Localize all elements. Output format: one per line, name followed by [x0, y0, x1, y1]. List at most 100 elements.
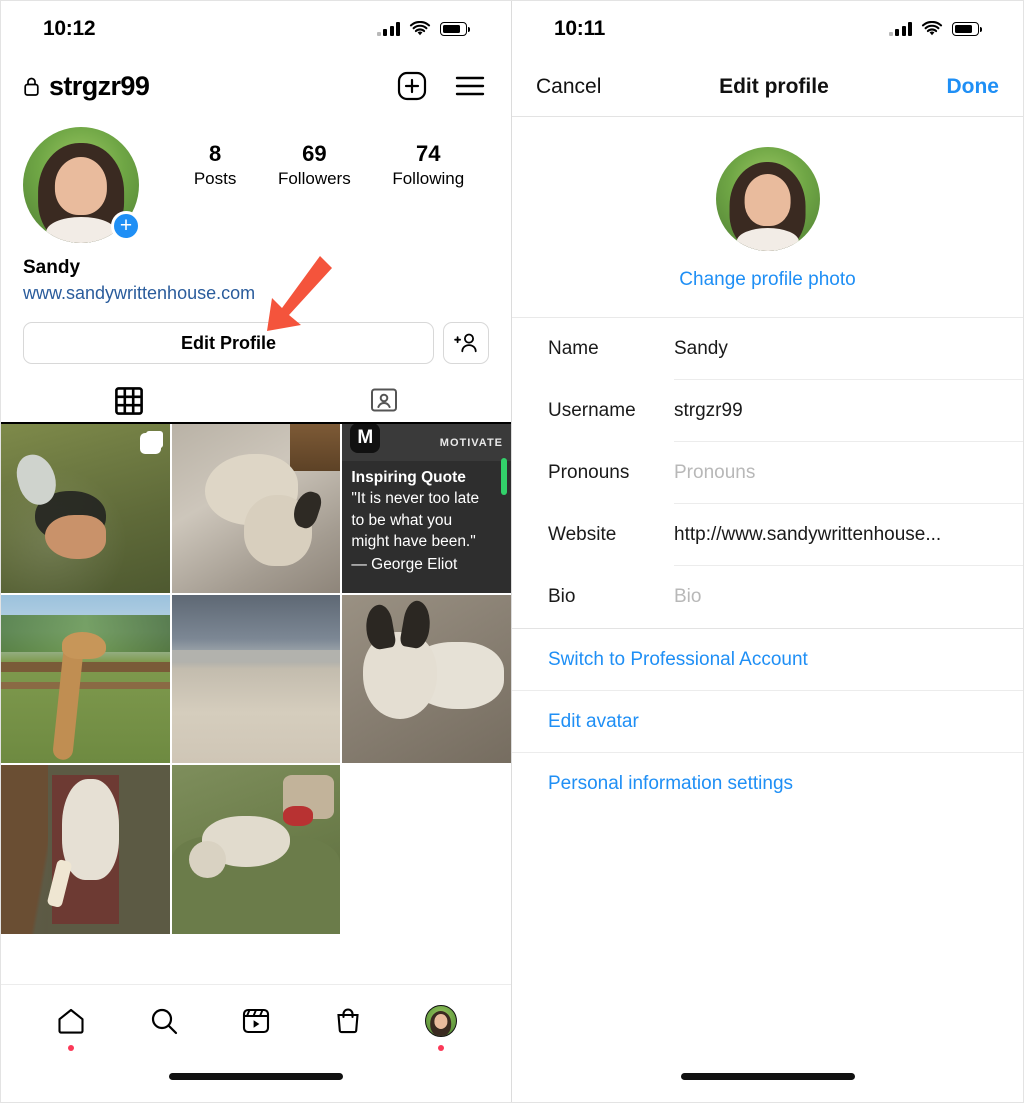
edit-profile-screen: 10:11 Cancel Edit profile Done Change pr…	[512, 1, 1023, 1102]
profile-summary: + 8 Posts 69 Followers 74 Following	[1, 115, 511, 243]
profile-avatar-icon	[424, 1005, 457, 1037]
nav-shop[interactable]	[326, 999, 370, 1043]
edit-profile-header: Cancel Edit profile Done	[512, 57, 1023, 117]
stat-followers-count: 69	[302, 141, 327, 166]
field-row-username[interactable]: Username strgzr99	[548, 380, 1023, 442]
reels-icon	[242, 1008, 270, 1034]
home-indicator	[169, 1073, 343, 1080]
add-person-icon	[454, 333, 477, 353]
link-edit-avatar[interactable]: Edit avatar	[512, 691, 1023, 753]
field-label-website: Website	[548, 524, 617, 545]
status-time-right: 10:11	[554, 17, 606, 40]
home-indicator-right	[680, 1073, 855, 1080]
status-icons-right	[888, 21, 983, 37]
profile-bio: Sandy www.sandywrittenhouse.com	[1, 243, 511, 304]
stat-posts-count: 8	[208, 141, 222, 166]
status-time: 10:12	[43, 17, 96, 40]
tagged-person-icon	[370, 388, 397, 412]
quote-line-1: "It is never too late	[351, 490, 480, 508]
profile-header: strgzr99	[1, 57, 511, 115]
field-row-bio[interactable]: Bio Bio	[548, 566, 1023, 628]
motivate-app-logo: M	[350, 424, 381, 453]
home-icon	[58, 1008, 84, 1034]
tab-grid[interactable]	[1, 380, 256, 422]
stat-followers-label: Followers	[277, 169, 351, 188]
cellular-signal-icon	[888, 22, 912, 36]
field-label-bio: Bio	[548, 586, 576, 607]
motivate-app-label: MOTIVATE	[439, 436, 503, 449]
stat-followers[interactable]: 69 Followers	[278, 141, 351, 189]
link-switch-to-professional-account[interactable]: Switch to Professional Account	[512, 629, 1023, 691]
settings-links: Switch to Professional Account Edit avat…	[512, 628, 1023, 815]
change-profile-photo-button[interactable]: Change profile photo	[512, 269, 1023, 291]
grid-cell-post-dogs-grass[interactable]	[1, 424, 170, 593]
field-value-bio[interactable]: Bio	[674, 566, 1023, 628]
field-row-name[interactable]: Name Sandy	[548, 318, 1023, 380]
avatar[interactable]	[715, 147, 820, 251]
profile-photo-block: Change profile photo	[512, 117, 1023, 318]
add-to-story-badge[interactable]: +	[111, 211, 141, 241]
battery-icon	[440, 22, 471, 36]
profile-tabs	[1, 380, 511, 424]
field-value-pronouns[interactable]: Pronouns	[674, 442, 1023, 504]
hamburger-menu-icon[interactable]	[455, 75, 485, 97]
battery-icon	[952, 22, 983, 36]
screenshot-root: 10:12 strgzr99 + 8 Posts 69 Followers 74…	[0, 0, 1024, 1103]
grid-cell-post-dog-on-couch[interactable]	[1, 765, 170, 935]
username-group[interactable]: strgzr99	[23, 70, 150, 102]
grid-cell-post-beach[interactable]	[171, 594, 341, 764]
avatar-with-badge[interactable]: +	[23, 127, 141, 243]
field-label-pronouns: Pronouns	[548, 462, 630, 483]
profile-username: strgzr99	[49, 70, 150, 101]
grid-cell-post-inspiring-quote[interactable]: M MOTIVATE Inspiring Quote "It is never …	[342, 424, 511, 593]
nav-reels[interactable]	[234, 999, 278, 1043]
field-row-pronouns[interactable]: Pronouns Pronouns	[548, 442, 1023, 504]
grid-cell-post-dog-on-bed[interactable]	[171, 424, 341, 593]
stat-following-label: Following	[392, 169, 465, 188]
bottom-navigation	[1, 984, 511, 1102]
quote-heading: Inspiring Quote	[351, 468, 466, 486]
plus-square-icon[interactable]	[397, 71, 427, 101]
stat-posts-label: Posts	[193, 169, 237, 188]
done-button[interactable]: Done	[946, 75, 999, 99]
field-label-username: Username	[548, 400, 636, 421]
grid-cell-post-dog-green-chair[interactable]	[171, 765, 341, 935]
status-bar-right: 10:11	[512, 1, 1023, 57]
wifi-icon	[409, 21, 431, 36]
field-row-website[interactable]: Website http://www.sandywrittenhouse...	[548, 504, 1023, 566]
stat-following-count: 74	[416, 141, 441, 166]
edit-profile-form: Name Sandy Username strgzr99 Pronouns Pr…	[512, 318, 1023, 628]
home-notification-dot	[68, 1045, 75, 1051]
post-grid: M MOTIVATE Inspiring Quote "It is never …	[1, 424, 511, 935]
grid-icon	[114, 387, 143, 415]
stat-following[interactable]: 74 Following	[392, 141, 464, 189]
multi-photo-icon	[139, 433, 161, 454]
search-icon	[151, 1008, 177, 1035]
field-value-website[interactable]: http://www.sandywrittenhouse...	[674, 504, 1023, 566]
nav-home[interactable]	[49, 999, 93, 1051]
grid-cell-post-giraffe[interactable]	[1, 594, 170, 764]
quote-line-2: to be what you	[351, 511, 453, 529]
edit-profile-button[interactable]: Edit Profile	[23, 322, 434, 364]
stat-posts[interactable]: 8 Posts	[194, 141, 237, 189]
status-bar-left: 10:12	[1, 1, 511, 57]
profile-buttons: Edit Profile	[1, 304, 511, 364]
profile-stats: 8 Posts 69 Followers 74 Following	[139, 127, 489, 189]
profile-display-name: Sandy	[23, 257, 81, 278]
add-person-button[interactable]	[443, 322, 489, 364]
status-icons	[376, 21, 471, 37]
cancel-button[interactable]: Cancel	[536, 75, 601, 99]
profile-website-link[interactable]: www.sandywrittenhouse.com	[23, 283, 489, 304]
link-personal-information-settings[interactable]: Personal information settings	[512, 753, 1023, 815]
grid-cell-post-dog-on-rock[interactable]	[342, 594, 511, 764]
wifi-icon	[921, 21, 943, 36]
quote-line-3: might have been."	[351, 533, 476, 551]
quote-attribution: — George Eliot	[351, 555, 458, 573]
field-value-name[interactable]: Sandy	[674, 318, 1023, 380]
profile-notification-dot	[437, 1045, 444, 1051]
header-actions	[397, 71, 485, 101]
nav-profile[interactable]	[419, 999, 463, 1051]
tab-tagged[interactable]	[256, 380, 511, 422]
nav-search[interactable]	[142, 999, 186, 1043]
field-value-username[interactable]: strgzr99	[674, 380, 1023, 442]
